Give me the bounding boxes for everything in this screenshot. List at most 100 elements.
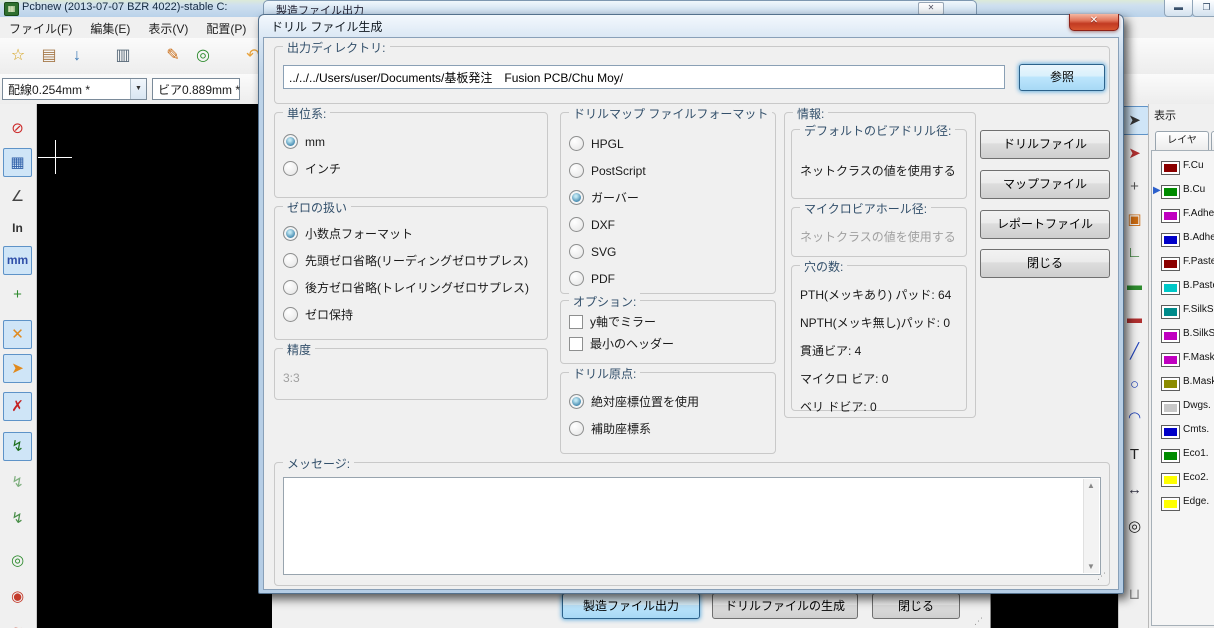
add-arc-icon[interactable]: ◠ (1120, 403, 1149, 432)
layer-row-F.Paste[interactable]: F.Paste (1152, 255, 1214, 275)
radio-option[interactable]: 後方ゼロ省略(トレイリングゼロサプレス) (283, 279, 547, 296)
menu-item-表示(V)[interactable]: 表示(V) (139, 17, 197, 37)
layer-row-Edge.[interactable]: Edge. (1152, 495, 1214, 515)
open-board-icon[interactable]: ▤ (36, 43, 62, 69)
tracks-filled-icon[interactable]: ↯ (3, 432, 32, 461)
radio-option[interactable]: 補助座標系 (569, 420, 775, 437)
scroll-up-icon[interactable]: ▲ (1087, 481, 1095, 490)
chevron-down-icon[interactable]: ▼ (130, 79, 146, 99)
layer-color-swatch[interactable] (1161, 185, 1180, 199)
ratsnest-icon[interactable]: ✕ (3, 320, 32, 349)
layer-color-swatch[interactable] (1161, 161, 1180, 175)
browse-button[interactable]: 参照 (1019, 64, 1105, 91)
plot-button[interactable]: 製造ファイル出力 (562, 593, 700, 619)
report-file-button[interactable]: レポートファイル (980, 210, 1110, 239)
tracks-outline-icon[interactable]: ↯ (3, 504, 32, 533)
radio-option[interactable]: ガーバー (569, 189, 775, 206)
layer-color-swatch[interactable] (1161, 449, 1180, 463)
add-module-icon[interactable]: ▣ (1120, 205, 1149, 234)
module-ratsnest-icon[interactable]: ➤ (3, 354, 32, 383)
radio-option[interactable]: mm (283, 133, 547, 150)
layer-color-swatch[interactable] (1161, 233, 1180, 247)
map-file-button[interactable]: マップファイル (980, 170, 1110, 199)
layer-color-swatch[interactable] (1161, 305, 1180, 319)
radio-option[interactable]: ゼロ保持 (283, 306, 547, 323)
layer-color-swatch[interactable] (1161, 473, 1180, 487)
menu-item-配置(P)[interactable]: 配置(P) (197, 17, 255, 37)
tab-layers[interactable]: レイヤ (1155, 131, 1209, 151)
checkbox-option[interactable]: 最小のヘッダー (569, 336, 775, 351)
checkbox-option[interactable]: y軸でミラー (569, 314, 775, 329)
layer-color-swatch[interactable] (1161, 425, 1180, 439)
add-keepout-icon[interactable]: ▬ (1120, 304, 1149, 333)
minimize-button[interactable]: ▬ (1164, 0, 1193, 17)
layer-row-F.Cu[interactable]: F.Cu (1152, 159, 1214, 179)
add-zone-icon[interactable]: ▬ (1120, 271, 1149, 300)
polar-coords-icon[interactable]: ∠ (3, 182, 32, 211)
resize-grip[interactable]: ⋰ (974, 616, 983, 627)
new-board-icon[interactable]: ☆ (5, 43, 31, 69)
track-width-combo[interactable]: 配線0.254mm * ▼ (2, 78, 147, 100)
layer-color-swatch[interactable] (1161, 353, 1180, 367)
tracks-sketch-icon[interactable]: ↯ (3, 468, 32, 497)
module-editor-icon[interactable]: ✎ (160, 43, 186, 69)
local-ratsnest-icon[interactable]: + (1120, 172, 1149, 201)
grid-icon[interactable]: ▦ (3, 148, 32, 177)
radio-option[interactable]: 先頭ゼロ省略(リーディングゼロサプレス) (283, 252, 547, 269)
layer-color-swatch[interactable] (1161, 257, 1180, 271)
close-icon[interactable]: ✕ (1069, 14, 1119, 31)
add-dimension-icon[interactable]: ↔ (1120, 475, 1149, 504)
layer-row-Dwgs.[interactable]: Dwgs. (1152, 399, 1214, 419)
layer-color-swatch[interactable] (1161, 377, 1180, 391)
via-sketch-icon[interactable]: ◉ (3, 582, 32, 611)
cursor-tool-icon[interactable]: ➤ (1120, 106, 1149, 135)
add-target-icon[interactable]: ◎ (1120, 512, 1149, 541)
radio-option[interactable]: SVG (569, 243, 775, 260)
layer-row-Eco2.[interactable]: Eco2. (1152, 471, 1214, 491)
save-board-icon[interactable]: ↓ (64, 43, 90, 69)
layer-row-Eco1.[interactable]: Eco1. (1152, 447, 1214, 467)
add-circle-icon[interactable]: ○ (1120, 370, 1149, 399)
radio-option[interactable]: PDF (569, 270, 775, 287)
layer-row-Cmts.[interactable]: Cmts. (1152, 423, 1214, 443)
plot-dialog-titlebar[interactable]: 製造ファイル出力 ✕ (263, 0, 977, 14)
drill-file-button[interactable]: ドリルファイル (980, 130, 1110, 159)
maximize-button[interactable]: ❐ (1192, 0, 1214, 17)
radio-option[interactable]: DXF (569, 216, 775, 233)
layer-color-swatch[interactable] (1161, 329, 1180, 343)
layer-color-swatch[interactable] (1161, 401, 1180, 415)
layer-color-swatch[interactable] (1161, 497, 1180, 511)
menu-item-編集(E)[interactable]: 編集(E) (81, 17, 139, 37)
zone-display-off-icon[interactable]: ✗ (3, 392, 32, 421)
radio-option[interactable]: 小数点フォーマット (283, 225, 547, 242)
page-settings-icon[interactable]: ▥ (110, 43, 136, 69)
radio-option[interactable]: HPGL (569, 135, 775, 152)
add-track-icon[interactable]: ∟ (1120, 238, 1149, 267)
output-dir-input[interactable] (283, 65, 1005, 89)
layer-row-F.SilkS[interactable]: F.SilkS (1152, 303, 1214, 323)
layer-row-F.Adhes[interactable]: F.Adhes (1152, 207, 1214, 227)
radio-option[interactable]: 絶対座標位置を使用 (569, 393, 775, 410)
close-button[interactable]: 閉じる (872, 593, 960, 619)
layer-color-swatch[interactable] (1161, 281, 1180, 295)
units-inch-icon[interactable]: In (3, 214, 32, 243)
layer-row-B.Cu[interactable]: ▶ B.Cu (1152, 183, 1214, 203)
delete-tool-icon[interactable]: ⊔ (1120, 580, 1149, 609)
scrollbar[interactable]: ▲ ▼ (1083, 479, 1099, 573)
cursor-shape-icon[interactable]: + (3, 280, 32, 309)
scroll-down-icon[interactable]: ▼ (1087, 562, 1095, 571)
via-display-icon[interactable]: ◎ (3, 546, 32, 575)
add-line-icon[interactable]: ╱ (1120, 337, 1149, 366)
radio-option[interactable]: PostScript (569, 162, 775, 179)
message-textarea[interactable]: ▲ ▼ (283, 477, 1101, 575)
layer-row-B.Mask[interactable]: B.Mask (1152, 375, 1214, 395)
layer-row-B.Paste[interactable]: B.Paste (1152, 279, 1214, 299)
module-viewer-icon[interactable]: ◎ (190, 43, 216, 69)
drc-off-icon[interactable]: ⊘ (3, 114, 32, 143)
resize-grip[interactable]: ⋰ (1097, 571, 1106, 582)
close-icon[interactable]: ✕ (918, 2, 944, 14)
radio-option[interactable]: インチ (283, 160, 547, 177)
layer-row-F.Mask[interactable]: F.Mask (1152, 351, 1214, 371)
high-contrast-icon[interactable]: ≈ (3, 616, 32, 628)
layer-row-B.Adhes[interactable]: B.Adhes (1152, 231, 1214, 251)
